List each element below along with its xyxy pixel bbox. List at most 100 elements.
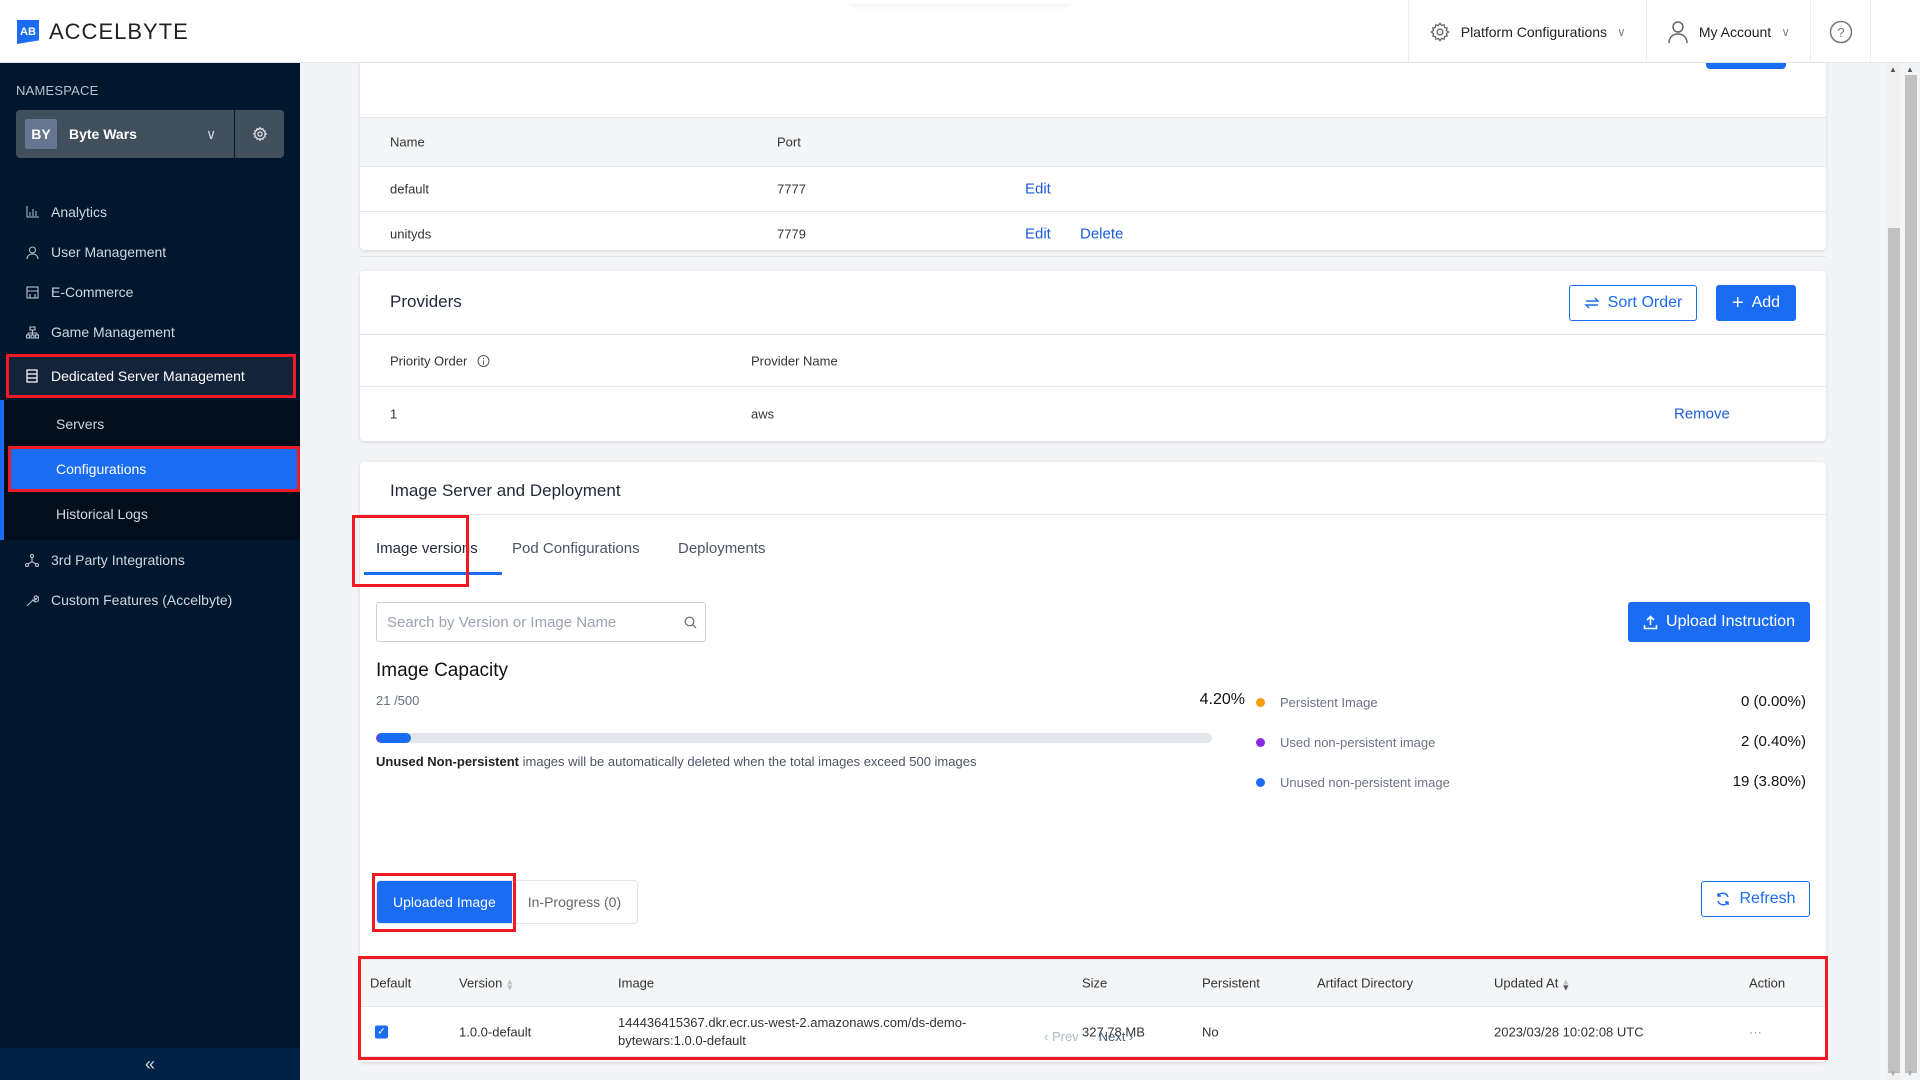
capacity-title: Image Capacity — [376, 660, 509, 681]
integration-icon — [25, 553, 39, 567]
search-input[interactable] — [387, 613, 675, 631]
top-bar: AB ACCELBYTE Platform Configurations ∨ M… — [0, 0, 1920, 63]
help-button[interactable]: ? — [1810, 0, 1870, 63]
port-name: default — [390, 181, 430, 197]
sidebar-subitem-historical-logs[interactable]: Historical Logs — [4, 492, 300, 536]
plus-icon: + — [1731, 292, 1744, 314]
sidebar-item-label: Custom Features (Accelbyte) — [51, 592, 233, 608]
col-name: Name — [390, 134, 425, 150]
sidebar-item-e-commerce[interactable]: E-Commerce — [0, 272, 300, 312]
namespace-settings-button[interactable] — [234, 110, 284, 158]
legend-label: Used non-persistent image — [1280, 735, 1436, 750]
legend-value: 2 (0.40%) — [1740, 733, 1806, 750]
scrollbar-thumb[interactable] — [1888, 228, 1900, 1073]
delete-link[interactable]: Delete — [1080, 226, 1123, 243]
my-account-label: My Account — [1698, 23, 1772, 40]
image-search — [376, 602, 706, 642]
in-progress-button[interactable]: In-Progress (0) — [512, 881, 637, 923]
capacity-note: Unused Non-persistent images will be aut… — [376, 754, 976, 769]
search-icon — [675, 616, 705, 629]
logo[interactable]: AB ACCELBYTE — [17, 19, 189, 45]
port-value: 7779 — [777, 226, 806, 242]
legend-value: 0 (0.00%) — [1740, 693, 1806, 710]
checkmark-icon: ✓ — [375, 1025, 388, 1038]
providers-title: Providers — [390, 292, 462, 311]
sidebar-item-label: Analytics — [51, 204, 108, 220]
scroll-up-icon[interactable]: ▲ — [1906, 65, 1914, 74]
topbar-spacer — [1870, 0, 1920, 63]
table-row: default 7777 Edit — [360, 167, 1826, 212]
sidebar-item-user-management[interactable]: User Management — [0, 232, 300, 272]
refresh-button[interactable]: Refresh — [1701, 881, 1810, 917]
col-updated-at[interactable]: Updated At ▲ ▼ — [1494, 976, 1570, 992]
user-icon — [25, 245, 39, 259]
providers-table-header: Priority Order Provider Name — [360, 334, 1826, 387]
sidebar: NAMESPACE BY Byte Wars ∨ Analytics User … — [0, 63, 300, 1080]
upload-instruction-button[interactable]: Upload Instruction — [1628, 602, 1810, 642]
col-version[interactable]: Version ▲ ▼ — [459, 976, 515, 993]
scroll-down-icon[interactable]: ▼ — [1906, 1069, 1914, 1078]
swap-icon — [1583, 297, 1600, 309]
prev-page-button[interactable]: ‹ Prev — [1044, 1029, 1079, 1044]
scroll-up-icon[interactable]: ▲ — [1889, 65, 1897, 74]
ports-table-header: Name Port — [360, 117, 1826, 167]
remove-link[interactable]: Remove — [1674, 406, 1730, 423]
table-row: unityds 7779 Edit Delete — [360, 212, 1826, 257]
default-checkbox[interactable]: ✓ — [375, 1025, 388, 1038]
sidebar-subitem-servers[interactable]: Servers — [4, 402, 300, 446]
server-icon — [25, 369, 39, 383]
uploaded-image-button[interactable]: Uploaded Image — [377, 881, 512, 923]
sidebar-collapse-button[interactable]: « — [0, 1048, 300, 1080]
scroll-down-icon[interactable]: ▼ — [1889, 1069, 1897, 1078]
platform-configurations-menu[interactable]: Platform Configurations ∨ — [1407, 0, 1646, 63]
capacity-note-text: images will be automatically deleted whe… — [519, 754, 977, 769]
col-priority-order: Priority Order — [390, 353, 490, 368]
next-page-button[interactable]: Next › — [1099, 1029, 1134, 1044]
sidebar-item-label: E-Commerce — [51, 284, 134, 300]
capacity-count: 21 /500 — [376, 693, 420, 708]
col-action: Action — [1749, 975, 1786, 991]
sidebar-item-analytics[interactable]: Analytics — [0, 192, 300, 232]
my-account-menu[interactable]: My Account ∨ — [1645, 0, 1810, 63]
tab-deployments[interactable]: Deployments — [678, 540, 766, 557]
providers-card: Providers Sort Order + Add Priority Orde… — [360, 271, 1826, 441]
image-status-toggle: Uploaded Image In-Progress (0) — [376, 880, 639, 924]
image-name-line1: 144436415367.dkr.ecr.us-west-2.amazonaws… — [618, 1014, 967, 1030]
sidebar-item-custom-features[interactable]: Custom Features (Accelbyte) — [0, 580, 300, 620]
bar-chart-icon — [25, 205, 39, 219]
partial-button[interactable] — [1706, 63, 1786, 69]
sidebar-subitem-configurations[interactable]: Configurations — [8, 446, 300, 492]
image-section-title: Image Server and Deployment — [390, 481, 621, 500]
main-content: Name Port default 7777 Edit unityds 7779… — [300, 63, 1890, 1080]
tab-pod-configurations[interactable]: Pod Configurations — [512, 540, 640, 557]
image-version: 1.0.0-default — [459, 1024, 532, 1039]
add-label: Add — [1751, 294, 1781, 311]
page-scrollbar[interactable]: ▲ ▼ — [1903, 63, 1920, 1080]
edit-link[interactable]: Edit — [1025, 226, 1051, 243]
legend-dot-used — [1256, 738, 1265, 747]
namespace-label: NAMESPACE — [16, 83, 99, 98]
image-name: 144436415367.dkr.ecr.us-west-2.amazonaws… — [618, 1014, 966, 1050]
capacity-progress-bar — [376, 733, 1212, 743]
namespace-name: Byte Wars — [69, 126, 137, 142]
sidebar-item-game-management[interactable]: Game Management — [0, 312, 300, 352]
tab-image-versions[interactable]: Image versions — [376, 540, 478, 557]
sidebar-item-3rd-party-integrations[interactable]: 3rd Party Integrations — [0, 540, 300, 580]
action-menu-button[interactable]: ··· — [1749, 1024, 1762, 1039]
namespace-badge: BY — [25, 119, 57, 149]
sort-order-button[interactable]: Sort Order — [1569, 285, 1697, 321]
image-persistent: No — [1202, 1024, 1219, 1039]
refresh-label: Refresh — [1739, 890, 1796, 907]
info-icon[interactable] — [477, 354, 490, 367]
add-provider-button[interactable]: + Add — [1716, 285, 1796, 321]
help-icon: ? — [1829, 20, 1852, 43]
sort-icon: ▲ ▼ — [505, 976, 515, 993]
legend-dot-persistent — [1256, 698, 1265, 707]
table-row: 1 aws Remove — [360, 387, 1826, 441]
content-scrollbar[interactable]: ▲ ▼ — [1886, 63, 1900, 1080]
sidebar-item-dedicated-server-management[interactable]: Dedicated Server Management — [6, 354, 296, 398]
sidebar-item-label: Game Management — [51, 324, 175, 340]
scrollbar-thumb[interactable] — [1905, 75, 1917, 1073]
namespace-selector[interactable]: BY Byte Wars ∨ — [16, 110, 284, 158]
edit-link[interactable]: Edit — [1025, 181, 1051, 198]
